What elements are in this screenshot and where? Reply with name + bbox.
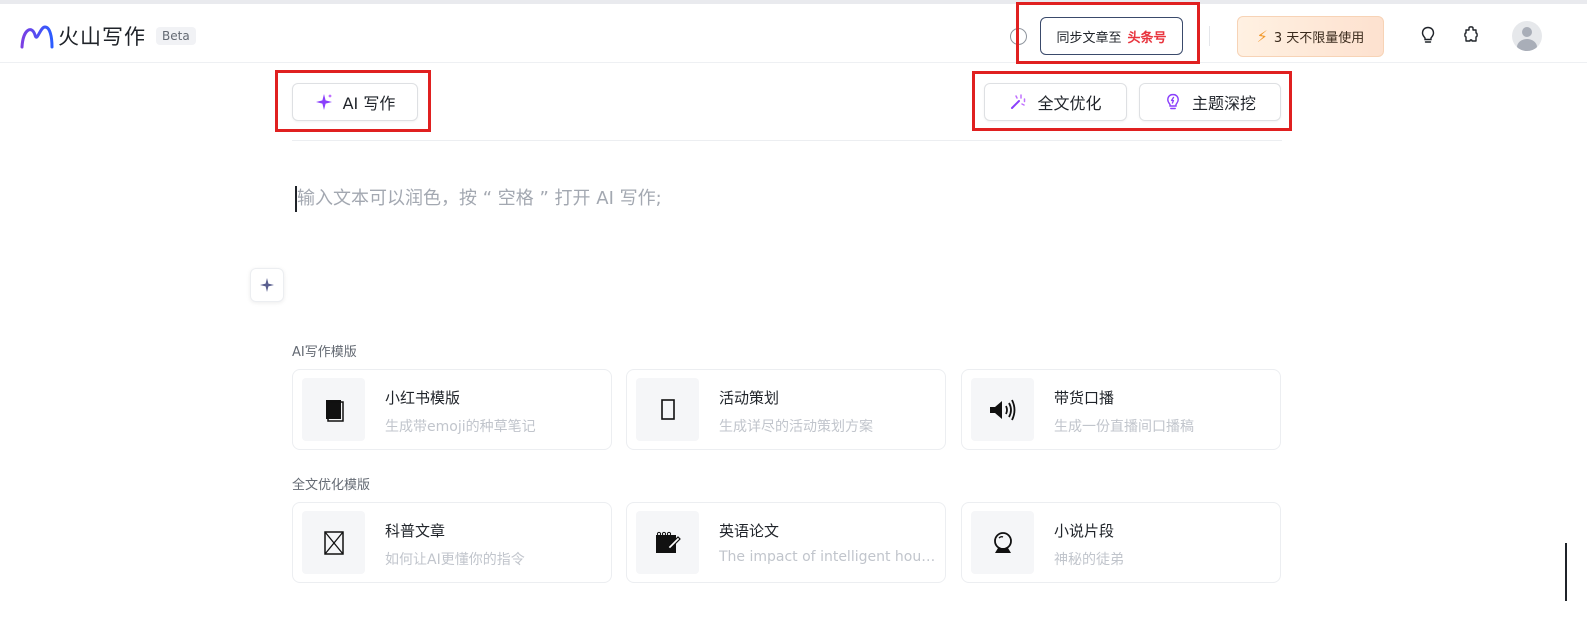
template-desc: 如何让AI更懂你的指令 — [385, 552, 525, 568]
template-desc: 神秘的徒弟 — [1054, 552, 1124, 568]
editor-input[interactable]: 输入文本可以润色，按 “ 空格 ” 打开 AI 写作; — [297, 186, 662, 212]
user-avatar[interactable] — [1512, 21, 1542, 51]
beta-badge: Beta — [156, 27, 196, 45]
box-icon — [302, 511, 365, 574]
template-desc: 生成详尽的活动策划方案 — [719, 419, 873, 435]
sparkle-icon — [260, 278, 274, 292]
avatar-head — [1522, 27, 1532, 37]
annotation-box-optimize-tools — [972, 71, 1292, 131]
template-desc: 生成带emoji的种草笔记 — [385, 419, 536, 435]
logo-mark-icon — [20, 25, 54, 49]
lightbulb-icon[interactable] — [1418, 25, 1438, 45]
crystal-ball-icon — [971, 511, 1034, 574]
template-card-xiaohongshu[interactable]: 小红书模版 生成带emoji的种草笔记 — [292, 369, 612, 450]
notepad-icon — [636, 511, 699, 574]
annotation-box-sync — [1016, 2, 1200, 64]
header-divider — [1209, 26, 1210, 46]
ai-assist-button[interactable] — [250, 268, 284, 302]
lightning-icon: ⚡ — [1256, 27, 1268, 46]
template-title: 英语论文 — [719, 522, 780, 540]
template-card-live-selling[interactable]: 带货口播 生成一份直播间口播稿 — [961, 369, 1281, 450]
optimize-templates-title: 全文优化模版 — [292, 478, 371, 493]
logo[interactable]: 火山写作 Beta — [20, 21, 196, 51]
scrollbar-marker — [1565, 543, 1567, 601]
template-title: 小红书模版 — [385, 389, 461, 407]
plugin-icon[interactable] — [1461, 25, 1481, 45]
toolbar-divider — [292, 140, 1282, 141]
logo-text: 火山写作 — [58, 25, 146, 49]
template-title: 带货口播 — [1054, 389, 1115, 407]
template-card-event-planning[interactable]: 活动策划 生成详尽的活动策划方案 — [626, 369, 946, 450]
template-title: 科普文章 — [385, 522, 446, 540]
template-desc: 生成一份直播间口播稿 — [1054, 419, 1194, 435]
unlimited-trial-button[interactable]: ⚡ 3 天不限量使用 — [1237, 16, 1384, 57]
ai-templates-title: AI写作模版 — [292, 345, 357, 360]
book-icon — [302, 378, 365, 441]
template-card-english-paper[interactable]: 英语论文 The impact of intelligent hous... — [626, 502, 946, 583]
avatar-body — [1517, 39, 1537, 51]
speaker-icon — [971, 378, 1034, 441]
template-card-novel-excerpt[interactable]: 小说片段 神秘的徒弟 — [961, 502, 1281, 583]
trial-label: 3 天不限量使用 — [1273, 31, 1365, 46]
clipboard-icon — [636, 378, 699, 441]
template-desc: The impact of intelligent hous... — [719, 549, 939, 565]
template-title: 小说片段 — [1054, 522, 1115, 540]
annotation-box-ai-write — [275, 70, 431, 132]
template-card-popular-science[interactable]: 科普文章 如何让AI更懂你的指令 — [292, 502, 612, 583]
app-header: 火山写作 Beta 同步文章至 头条号 ⚡ 3 天不限量使用 — [0, 4, 1587, 63]
template-title: 活动策划 — [719, 389, 780, 407]
